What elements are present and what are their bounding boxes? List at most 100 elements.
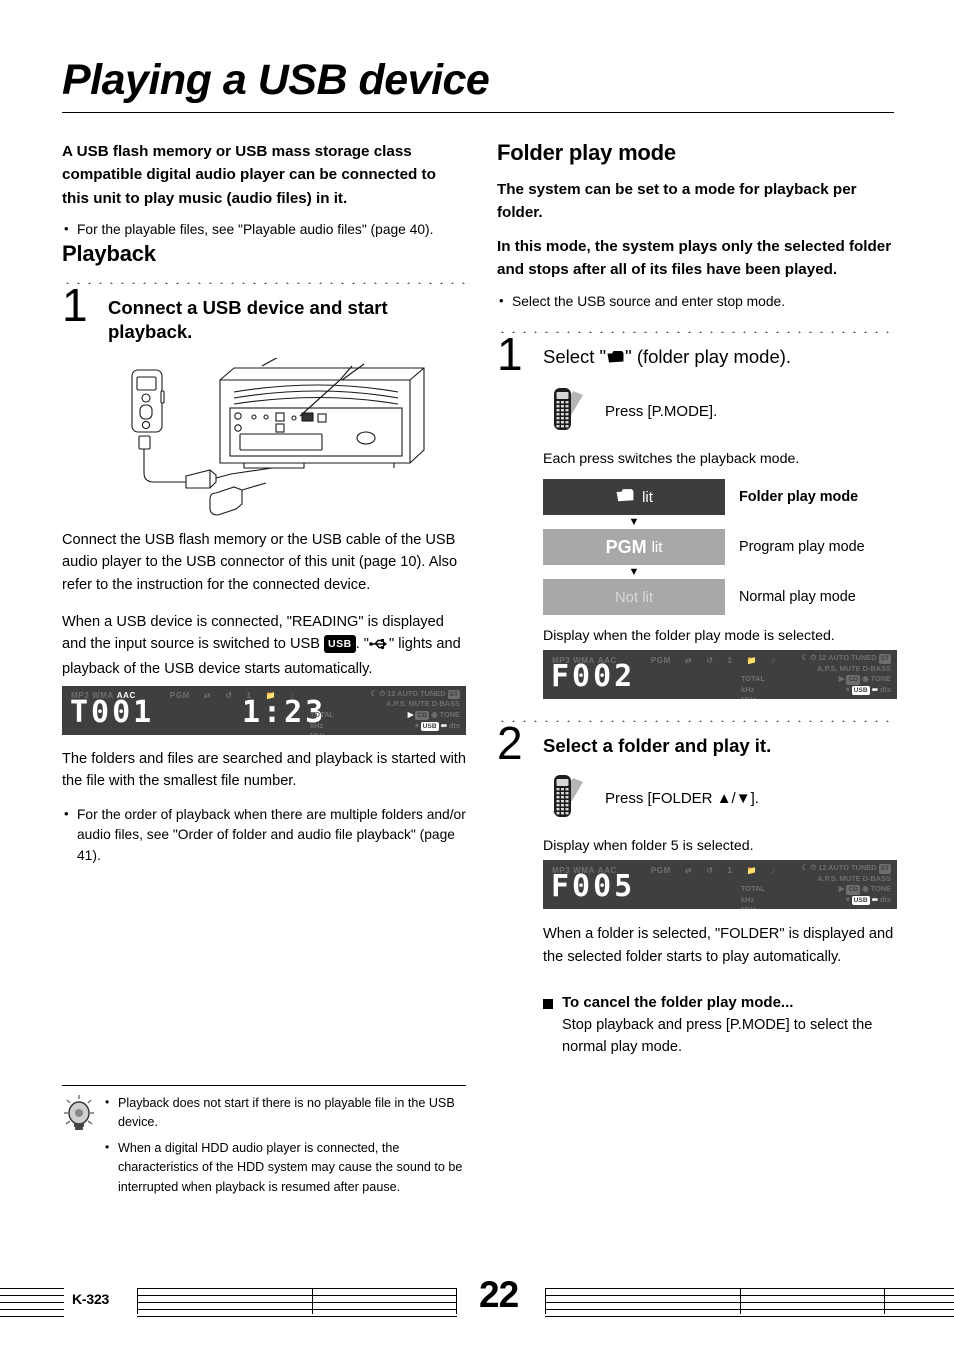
search-order-text: The folders and files are searched and p… (62, 750, 466, 790)
lcd-pgm-indicator: PGM (650, 655, 671, 665)
step-title: Connect a USB device and start playback. (108, 296, 388, 342)
remote-control-icon (543, 385, 589, 438)
folder-lead-2: In this mode, the system plays only the … (497, 237, 892, 279)
playback-order-bullet: For the order of playback when there are… (62, 804, 466, 867)
lcd-auto-label: AUTO (397, 688, 418, 698)
arrow-up-icon: ▲ (716, 790, 732, 808)
folder-lead-1: The system can be set to a mode for play… (497, 181, 857, 222)
lcd-total-label: TOTAL (741, 674, 765, 684)
lcd-tone-label: TONE (870, 674, 891, 684)
intro-paragraph: A USB flash memory or USB mass storage c… (62, 143, 436, 207)
lcd-track-number: 1 (727, 865, 733, 875)
mode-row-normal: Not lit Normal play mode (543, 579, 897, 616)
step-number: 2 (497, 717, 523, 770)
lcd-total-label: TOTAL (310, 710, 334, 719)
square-bullet-icon (543, 999, 553, 1010)
lcd-total-label: TOTAL (741, 884, 765, 894)
step-1-folder-mode: 1 Select " " (folder play mode). Press [… (497, 331, 897, 700)
lcd-mute-label: MUTE (408, 699, 430, 709)
footer-staff-left (0, 1288, 64, 1317)
mode-row-folder: lit Folder play mode (543, 479, 897, 516)
folder-icon (606, 347, 625, 371)
lcd-aps-label: A.P.S. (386, 699, 407, 709)
footer-staff-mid (137, 1288, 457, 1317)
lcd-st-label: ST (878, 864, 891, 874)
left-column: A USB flash memory or USB mass storage c… (62, 140, 466, 867)
folder-play-mode-heading: Folder play mode (497, 140, 676, 165)
lcd-12-label: 12 (818, 863, 827, 873)
remote-control-icon (543, 772, 589, 825)
tip-divider (62, 1085, 466, 1086)
folder-icon (615, 487, 635, 508)
dotted-divider (497, 330, 897, 334)
lcd-main-text: F005 (551, 869, 636, 905)
lcd-mhz-label: MHz (741, 695, 756, 699)
lcd-repeat-icon: ↺ (706, 865, 714, 875)
page-title: Playing a USB device (62, 56, 490, 104)
usb-connection-illustration (62, 355, 466, 523)
reading-instructions: When a USB device is connected, "READING… (62, 611, 466, 680)
tip-box: Playback does not start if there is no p… (62, 1085, 466, 1197)
lcd-pause-icon: ⏸ (845, 894, 850, 904)
usb-trident-icon (369, 635, 389, 657)
cancel-body-text: Stop playback and press [P.MODE] to sele… (562, 1017, 873, 1056)
tip-item: Playback does not start if there is no p… (104, 1093, 466, 1132)
model-number: K-323 (72, 1291, 110, 1307)
playback-heading: Playback (62, 240, 156, 266)
page-number: 22 (479, 1274, 519, 1315)
lightbulb-icon (62, 1094, 96, 1139)
play-mode-sequence: lit Folder play mode ▼ PGM lit Program p… (543, 479, 897, 616)
lcd-cd-label: CD (415, 711, 430, 721)
usb-source-badge: USB (324, 635, 356, 654)
lcd-status-cluster: ☾ ⏱ 12 AUTO TUNED ST A.P.S. MUTE D-BASS … (310, 689, 460, 735)
footer-staff-right (545, 1288, 954, 1317)
lcd-pause-icon: ⏸ (845, 684, 850, 694)
lcd-sleep-icon: ☾ (370, 688, 378, 698)
lcd-play-icon: ▶ (838, 674, 845, 684)
lcd-display-f005: MP3 WMA AAC PGM ⇄ ↺ 1 📁 ♪ F005 ☾ ⏱ 12 AU… (543, 860, 897, 910)
lcd-tone-label: TONE (870, 884, 891, 894)
press-folder-label: Press [FOLDER ▲/▼]. (605, 790, 759, 807)
lcd-disc-icon: ◉ (431, 710, 438, 719)
lcd-shuffle-icon: ⇄ (684, 865, 693, 875)
step-title-part-b: " (folder play mode). (625, 346, 792, 368)
mode-box-state: lit (651, 538, 663, 556)
step-number: 1 (62, 278, 88, 331)
lcd-mhz-label: MHz (310, 731, 325, 735)
lcd-auto-label: AUTO (828, 863, 849, 873)
lcd-sleep-icon: ☾ (801, 653, 809, 663)
page-footer: K-323 22 (0, 1274, 954, 1348)
lcd-tuned-label: TUNED (851, 863, 877, 873)
step-title: Select " " (folder play mode). (543, 341, 897, 371)
lcd-usb-label: USB (851, 895, 870, 906)
lcd-khz-label: kHz (741, 894, 755, 904)
lcd-12-label: 12 (387, 688, 396, 698)
lcd-aps-label: A.P.S. (817, 873, 838, 883)
lcd-dts-label: dts (879, 894, 891, 904)
press-folder-part-a: Press [FOLDER (605, 790, 717, 808)
mode-box-state: Not lit (614, 588, 654, 606)
lcd-dts-label: dts (448, 720, 460, 730)
pgm-label: PGM (605, 536, 647, 557)
lcd-usb-label: USB (851, 685, 870, 696)
lcd-status-cluster: ☾ ⏱ 12 AUTO TUNED ST A.P.S. MUTE D-BASS … (741, 653, 891, 699)
tip-list: Playback does not start if there is no p… (104, 1093, 466, 1197)
press-pmode-row: Press [P.MODE]. (543, 385, 897, 438)
press-folder-part-b: ]. (750, 790, 759, 808)
mode-box-program: PGM lit (543, 529, 725, 566)
press-pmode-label: Press [P.MODE]. (605, 403, 718, 421)
mode-box-state: lit (642, 488, 653, 506)
cancel-section-heading: To cancel the folder play mode... (543, 994, 897, 1011)
step-title-part-a: Select " (543, 346, 607, 368)
lcd-dbass-label: D-BASS (431, 699, 460, 709)
dotted-divider (62, 280, 466, 284)
lcd-disc-icon: ◉ (862, 674, 869, 684)
mode-box-folder: lit (543, 479, 725, 516)
lcd-play-icon: ▶ (838, 884, 845, 894)
arrow-down-icon: ▼ (628, 566, 640, 579)
step-1-playback: 1 Connect a USB device and start playbac… (62, 282, 466, 344)
lcd-timer-icon: ⏱ (810, 653, 817, 663)
lcd-main-text: F002 (551, 659, 636, 695)
lcd-auto-label: AUTO (828, 653, 849, 663)
lcd-usb-trident-icon: ⇚ (440, 720, 447, 730)
